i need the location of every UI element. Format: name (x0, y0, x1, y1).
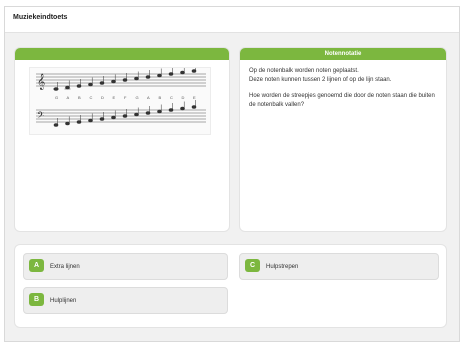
question: Hoe worden de streepjes genoemd die door… (249, 93, 435, 108)
note-name-label: B (78, 95, 81, 100)
staff-panel-header (15, 48, 229, 60)
note-name-label: C (170, 95, 173, 100)
window-title: Muziekeindtoets (13, 14, 68, 21)
option-c-label: Hulpstrepen (266, 264, 299, 270)
music-staff-illustration: 𝄞 𝄢 G A B C D E F G A B C D E (36, 64, 206, 127)
svg-text:𝄢: 𝄢 (37, 110, 44, 123)
answer-option-b[interactable]: B Hulplijnen (23, 287, 228, 314)
note-head (145, 111, 151, 115)
note-name-label: D (182, 95, 185, 100)
option-b-badge: B (29, 293, 44, 306)
answer-option-a[interactable]: A Extra lijnen (23, 253, 228, 280)
note-head (76, 84, 82, 88)
note-head (65, 85, 70, 90)
note-name-label: E (113, 95, 116, 100)
note-name-label: E (193, 95, 196, 100)
option-a-badge: A (29, 259, 44, 272)
note-head (134, 112, 139, 117)
note-name-label: C (90, 95, 93, 100)
note-head (134, 76, 139, 81)
note-head (145, 75, 151, 79)
note-head (88, 82, 93, 87)
note-name-label: A (147, 95, 150, 100)
svg-text:𝄞: 𝄞 (37, 74, 45, 90)
option-a-label: Extra lijnen (50, 264, 80, 270)
note-name-label: G (55, 95, 58, 100)
intro-line-2: Deze noten kunnen tussen 2 lijnen of op … (249, 76, 392, 83)
note-head (88, 118, 93, 123)
note-head (157, 73, 162, 78)
answer-option-c[interactable]: C Hulpstrepen (239, 253, 439, 280)
note-head (191, 69, 197, 73)
note-name-label: D (101, 95, 104, 100)
note-head (122, 78, 128, 82)
note-head (111, 79, 116, 84)
note-head (191, 105, 197, 109)
note-head (168, 108, 174, 112)
note-head (157, 109, 162, 114)
question-text: Op de notenbalk worden noten geplaatst. … (240, 60, 446, 109)
note-head (111, 115, 116, 120)
staff-image: 𝄞 𝄢 G A B C D E F G A B C D E (29, 64, 211, 135)
note-head (180, 70, 185, 75)
option-b-label: Hulplijnen (50, 298, 77, 304)
answer-panel: A Extra lijnen B Hulplijnen C Hulpstrepe… (14, 244, 447, 328)
note-head (168, 72, 174, 76)
option-c-badge: C (245, 259, 260, 272)
note-head (99, 81, 105, 85)
intro-line-1: Op de notenbalk worden noten geplaatst. (249, 68, 359, 74)
note-name-label: B (159, 95, 162, 100)
note-head (180, 106, 185, 111)
note-head (65, 121, 70, 126)
note-name-label: G (136, 95, 139, 100)
question-panel: Notennotatie Op de notenbalk worden note… (239, 47, 447, 232)
note-head (76, 120, 82, 124)
question-panel-header: Notennotatie (240, 48, 446, 60)
title-bar: Muziekeindtoets (5, 7, 459, 33)
note-head (99, 117, 105, 121)
staff-panel: 𝄞 𝄢 G A B C D E F G A B C D E (14, 47, 230, 232)
note-head (122, 114, 128, 118)
note-head (53, 123, 59, 127)
note-name-label: F (124, 95, 127, 100)
note-name-label: A (67, 95, 70, 100)
